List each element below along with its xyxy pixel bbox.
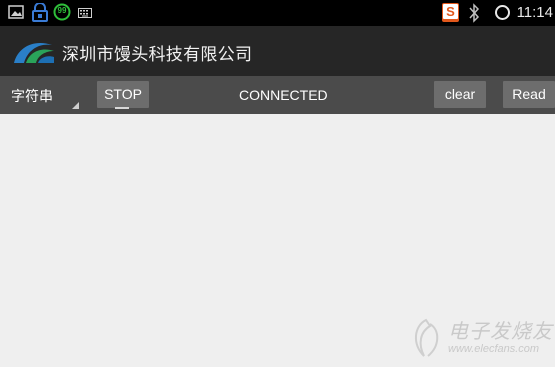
app-title: 深圳市馒头科技有限公司	[62, 45, 253, 65]
company-logo	[14, 43, 54, 63]
focus-underline	[115, 107, 129, 109]
mode-dropdown-label: 字符串	[11, 89, 53, 105]
clock: 11:14	[516, 4, 553, 21]
app-bar: 深圳市馒头科技有限公司	[0, 26, 555, 76]
connection-status: CONNECTED	[239, 87, 328, 103]
sync-icon	[495, 5, 510, 20]
clear-button-label: clear	[444, 86, 476, 102]
battery-level-text: 99	[57, 6, 67, 15]
toolbar: 字符串 STOP CONNECTED clear Read	[0, 76, 555, 114]
watermark: 电子发烧友 www.elecfans.com	[406, 314, 555, 364]
watermark-text: 电子发烧友	[448, 319, 553, 343]
stop-button[interactable]: STOP	[97, 81, 149, 109]
watermark-url: www.elecfans.com	[448, 343, 540, 355]
stop-button-label: STOP	[104, 86, 142, 102]
keyboard-icon	[78, 8, 92, 18]
lock-icon	[32, 3, 48, 22]
dropdown-corner-icon	[72, 102, 79, 109]
read-button[interactable]: Read	[503, 81, 555, 108]
watermark-logo	[415, 318, 439, 357]
mode-dropdown[interactable]: 字符串	[0, 76, 82, 114]
status-bar: 99 S 11:14	[0, 0, 555, 26]
clear-button[interactable]: clear	[434, 81, 486, 108]
image-icon	[8, 5, 24, 19]
battery-icon: 99	[53, 3, 71, 21]
sogou-icon: S	[442, 3, 459, 22]
bluetooth-icon	[469, 3, 480, 23]
read-button-label: Read	[512, 86, 546, 102]
